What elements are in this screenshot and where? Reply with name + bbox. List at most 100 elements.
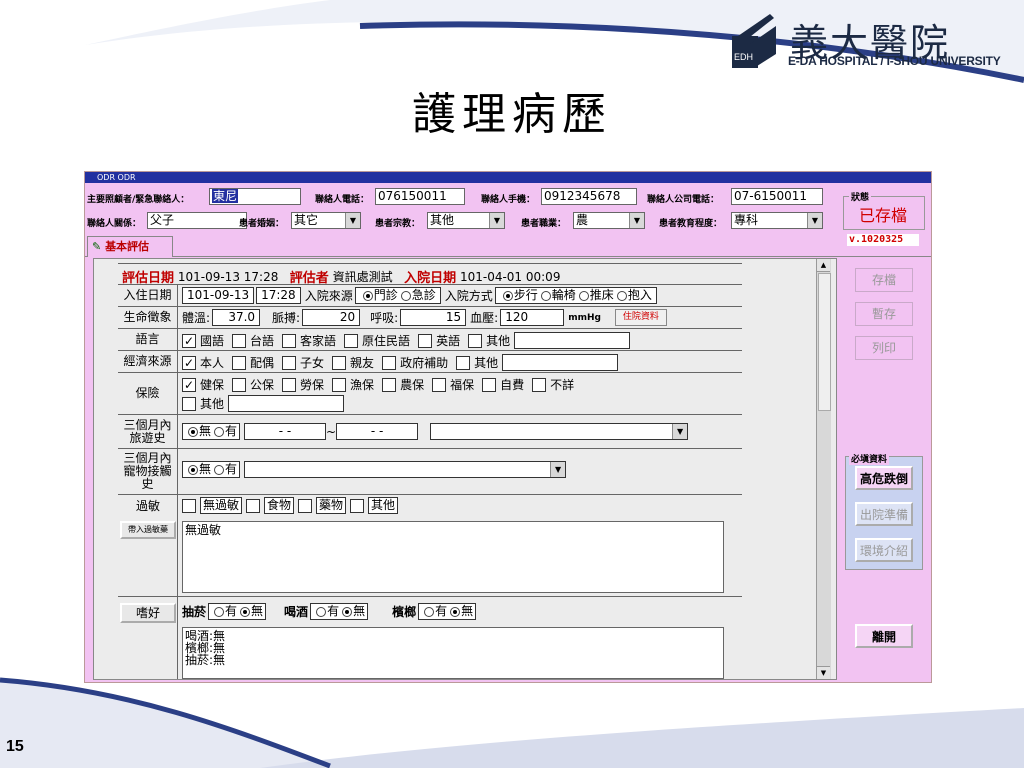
checkbox-checked-icon[interactable]: ✓: [182, 377, 196, 392]
checkbox-icon[interactable]: [350, 498, 365, 513]
checkbox-icon[interactable]: [482, 377, 497, 392]
admit-method-bed: 推床: [589, 288, 614, 302]
radio-icon[interactable]: [214, 464, 225, 475]
radio-icon[interactable]: [362, 290, 373, 301]
chevron-down-icon[interactable]: ▼: [672, 424, 688, 439]
radio-icon[interactable]: [540, 290, 551, 301]
checkbox-icon[interactable]: [382, 355, 397, 370]
checkbox-icon[interactable]: [344, 333, 359, 348]
checkbox-icon[interactable]: [332, 355, 347, 370]
discharge-prep-button[interactable]: 出院準備: [855, 502, 913, 526]
ins-other-input[interactable]: [228, 395, 345, 412]
radio-icon[interactable]: [424, 606, 435, 617]
radio-icon[interactable]: [578, 290, 589, 301]
leave-button[interactable]: 離開: [855, 624, 913, 648]
checkbox-icon[interactable]: [232, 377, 247, 392]
drink-radio-group[interactable]: 有無: [310, 603, 369, 620]
admit-method-wheelchair: 輪椅: [551, 288, 576, 302]
occupation-select[interactable]: 農 ▼: [573, 212, 645, 229]
chevron-down-icon[interactable]: ▼: [629, 213, 644, 228]
company-phone-input[interactable]: 07-6150011: [731, 188, 823, 205]
temp-save-button[interactable]: 暫存: [855, 302, 913, 326]
chevron-down-icon[interactable]: ▼: [807, 213, 822, 228]
religion-select[interactable]: 其他 ▼: [427, 212, 505, 229]
mobile-input[interactable]: 0912345678: [541, 188, 637, 205]
checkbox-icon[interactable]: [282, 333, 297, 348]
scroll-up-icon[interactable]: ▲: [817, 259, 830, 272]
radio-icon[interactable]: [316, 606, 327, 617]
chevron-down-icon[interactable]: ▼: [550, 462, 566, 477]
vitals-data-button[interactable]: 住院資料: [614, 309, 667, 326]
checkbox-icon[interactable]: [182, 498, 196, 513]
radio-icon[interactable]: [400, 290, 411, 301]
scroll-thumb[interactable]: [818, 273, 831, 411]
bp-input[interactable]: 120: [500, 309, 565, 326]
temp-input[interactable]: 37.0: [212, 309, 261, 326]
checkbox-icon[interactable]: [282, 377, 297, 392]
load-allergy-button[interactable]: 帶入過敏藥: [120, 521, 176, 539]
pet-type-select[interactable]: ▼: [244, 461, 567, 478]
checkbox-icon[interactable]: [232, 333, 247, 348]
admit-source-group[interactable]: 門診 急診: [354, 287, 441, 304]
checkbox-icon[interactable]: [456, 355, 471, 370]
checkbox-icon[interactable]: [532, 377, 547, 392]
chevron-down-icon[interactable]: ▼: [345, 213, 360, 228]
smoke-radio-group[interactable]: 有無: [208, 603, 267, 620]
habit-textarea[interactable]: 喝酒:無 檳榔:無 抽菸:無: [182, 627, 724, 679]
ins-farmer: 農保: [400, 378, 425, 392]
education-select[interactable]: 專科 ▼: [731, 212, 823, 229]
checkbox-icon[interactable]: [182, 396, 196, 411]
radio-icon[interactable]: [342, 606, 353, 617]
chevron-down-icon[interactable]: ▼: [489, 213, 504, 228]
admit-method-group[interactable]: 步行 輪椅 推床 抱入: [494, 287, 657, 304]
travel-from-input[interactable]: - -: [244, 423, 327, 440]
save-button[interactable]: 存檔: [855, 268, 913, 292]
ins-nhi: 健保: [200, 378, 225, 392]
lang-other-input[interactable]: [514, 332, 631, 349]
form-scrollbar[interactable]: ▲ ▼: [816, 259, 831, 679]
print-button[interactable]: 列印: [855, 336, 913, 360]
ward-in-date-input[interactable]: 101-09-13: [182, 287, 255, 304]
checkbox-icon[interactable]: [246, 498, 261, 513]
slide-bottom-wave: [0, 677, 1024, 768]
scroll-down-icon[interactable]: ▼: [817, 666, 830, 679]
contact-input[interactable]: 東尼: [209, 188, 301, 205]
checkbox-icon[interactable]: [468, 333, 483, 348]
pulse-input[interactable]: 20: [302, 309, 361, 326]
checkbox-checked-icon[interactable]: ✓: [182, 333, 196, 348]
radio-icon[interactable]: [240, 606, 251, 617]
checkbox-icon[interactable]: [382, 377, 397, 392]
radio-icon[interactable]: [616, 290, 627, 301]
travel-to-input[interactable]: - -: [336, 423, 419, 440]
marital-select[interactable]: 其它 ▼: [291, 212, 361, 229]
insurance-row: 保險 ✓ 健保 公保 勞保 漁保 農保 福保 自費 不詳 其他: [118, 373, 742, 415]
radio-icon[interactable]: [188, 464, 198, 475]
religion-label: 患者宗教：: [375, 219, 421, 229]
checkbox-icon[interactable]: [232, 355, 247, 370]
checkbox-icon[interactable]: [432, 377, 447, 392]
env-intro-button[interactable]: 環境介紹: [855, 538, 913, 562]
checkbox-checked-icon[interactable]: ✓: [182, 355, 196, 370]
tab-basic-assessment[interactable]: ✎ 基本評估: [87, 236, 173, 257]
resp-input[interactable]: 15: [400, 309, 467, 326]
ward-in-time-input[interactable]: 17:28: [256, 287, 301, 304]
phone-input[interactable]: 076150011: [375, 188, 465, 205]
radio-icon[interactable]: [188, 426, 198, 437]
travel-place-select[interactable]: ▼: [430, 423, 689, 440]
travel-radio-group[interactable]: 無有: [182, 423, 241, 440]
radio-icon[interactable]: [214, 426, 225, 437]
checkbox-icon[interactable]: [332, 377, 347, 392]
checkbox-icon[interactable]: [282, 355, 297, 370]
econ-other-input[interactable]: [502, 354, 619, 371]
mobile-label: 聯絡人手機：: [481, 195, 536, 205]
pet-radio-group[interactable]: 無有: [182, 461, 241, 478]
radio-icon[interactable]: [450, 606, 461, 617]
fall-risk-button[interactable]: 高危跌倒: [855, 466, 913, 490]
radio-icon[interactable]: [502, 290, 513, 301]
checkbox-icon[interactable]: [418, 333, 433, 348]
relation-input[interactable]: 父子: [147, 212, 247, 229]
allergy-textarea[interactable]: 無過敏: [182, 521, 724, 593]
betel-radio-group[interactable]: 有無: [418, 603, 477, 620]
radio-icon[interactable]: [214, 606, 225, 617]
checkbox-icon[interactable]: [298, 498, 313, 513]
